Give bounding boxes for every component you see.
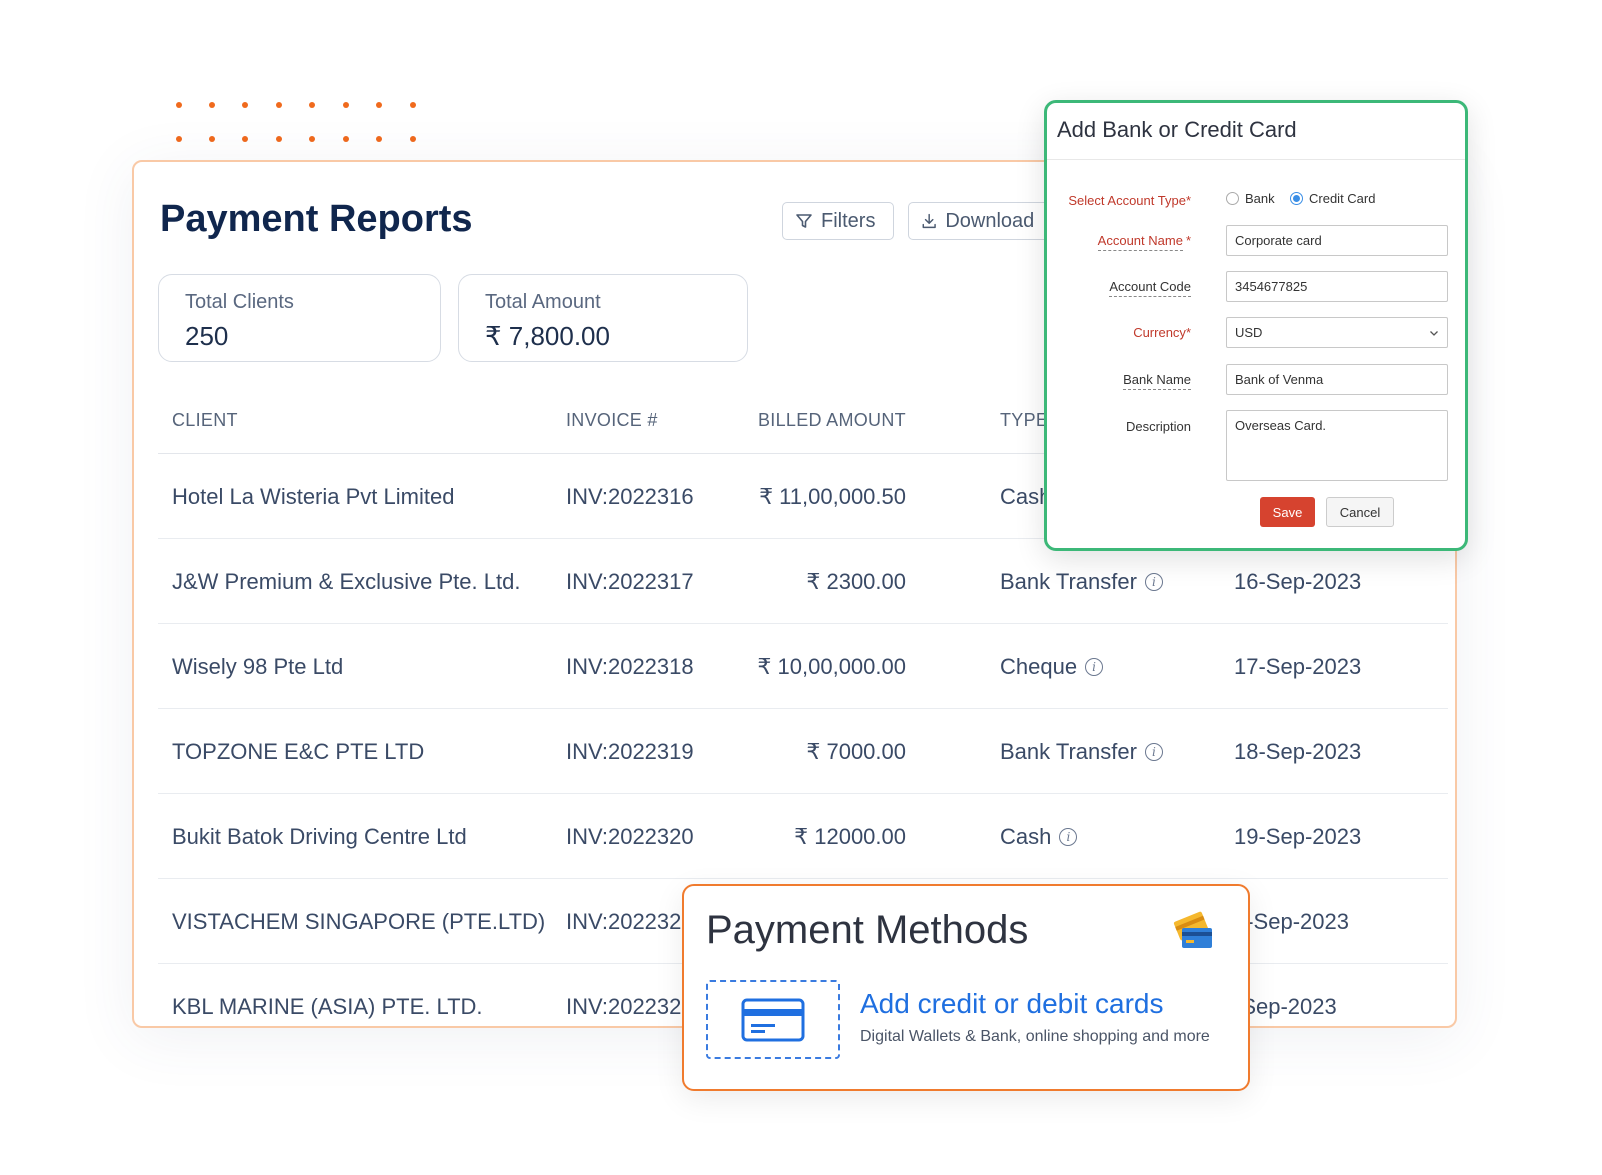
- filters-button[interactable]: Filters: [782, 202, 894, 240]
- credit-card-icon: [741, 998, 805, 1041]
- account-type-label: Select Account Type*: [1068, 193, 1191, 208]
- invoice-number: INV:202232: [566, 909, 682, 934]
- client-name: VISTACHEM SINGAPORE (PTE.LTD): [172, 909, 546, 934]
- required-mark: *: [1185, 193, 1191, 208]
- radio-bank-label: Bank: [1245, 191, 1275, 206]
- account-type-label-text: Select Account Type: [1068, 193, 1186, 208]
- payment-date: 16-Sep-2023: [1234, 569, 1362, 594]
- payment-methods-card: Payment Methods Add credit or debit card…: [682, 884, 1250, 1091]
- total-amount-label: Total Amount: [485, 291, 601, 313]
- cancel-button[interactable]: Cancel: [1326, 497, 1394, 527]
- account-name-input[interactable]: Corporate card: [1226, 225, 1448, 256]
- account-code-label: Account Code: [1109, 279, 1191, 297]
- chevron-down-icon: [1430, 331, 1438, 336]
- dialog-divider: [1047, 159, 1465, 160]
- invoice-number: INV:2022319: [566, 739, 694, 764]
- currency-label: Currency*: [1133, 325, 1191, 340]
- page-title: Payment Reports: [160, 198, 473, 240]
- payment-date: 17-Sep-2023: [1234, 654, 1362, 679]
- add-card-description: Digital Wallets & Bank, online shopping …: [860, 1028, 1210, 1045]
- table-row[interactable]: TOPZONE E&C PTE LTD INV:2022319 ₹ 7000.0…: [158, 709, 1448, 794]
- bank-name-input[interactable]: Bank of Venma: [1226, 364, 1448, 395]
- filter-icon: [796, 214, 812, 228]
- payment-type: Bank Transfer i: [1000, 739, 1163, 765]
- client-name: TOPZONE E&C PTE LTD: [172, 739, 425, 764]
- billed-amount: ₹ 12000.00: [794, 824, 906, 849]
- invoice-number: INV:202232: [566, 994, 682, 1019]
- payment-date: 18-Sep-2023: [1234, 739, 1362, 764]
- dialog-title: Add Bank or Credit Card: [1057, 117, 1297, 142]
- currency-value: USD: [1235, 325, 1263, 340]
- invoice-number: INV:2022318: [566, 654, 694, 679]
- radio-circle[interactable]: [1226, 192, 1239, 205]
- info-icon[interactable]: i: [1085, 658, 1104, 676]
- description-label: Description: [1125, 419, 1191, 434]
- billed-amount: ₹ 10,00,000.00: [757, 654, 906, 679]
- payment-type: Bank Transfer i: [1000, 569, 1163, 595]
- column-header-client[interactable]: CLIENT: [172, 410, 238, 431]
- radio-credit-card-label: Credit Card: [1309, 191, 1376, 206]
- billed-amount: ₹ 2300.00: [806, 569, 906, 594]
- total-clients-stat: Total Clients 250: [158, 274, 441, 362]
- info-icon[interactable]: i: [1144, 743, 1163, 761]
- payment-date: 19-Sep-2023: [1234, 824, 1362, 849]
- radio-bank[interactable]: Bank: [1226, 191, 1275, 206]
- payment-type-label: Cheque: [1000, 654, 1078, 679]
- info-icon[interactable]: i: [1144, 573, 1163, 591]
- table-row[interactable]: J&W Premium & Exclusive Pte. Ltd. INV:20…: [158, 539, 1448, 624]
- radio-credit-card[interactable]: Credit Card: [1290, 191, 1375, 206]
- payment-type: Cash i: [1000, 824, 1078, 850]
- billed-amount: ₹ 11,00,000.50: [759, 484, 906, 509]
- total-clients-label: Total Clients: [185, 291, 294, 313]
- description-textarea[interactable]: Overseas Card.: [1226, 410, 1448, 481]
- invoice-number: INV:2022320: [566, 824, 694, 849]
- bank-name-label-text: Bank Name: [1123, 372, 1191, 390]
- add-card-link[interactable]: Add credit or debit cards: [860, 988, 1164, 1020]
- client-name: J&W Premium & Exclusive Pte. Ltd.: [172, 569, 521, 594]
- radio-circle-selected[interactable]: [1290, 192, 1303, 205]
- payment-type-label: Bank Transfer: [1000, 569, 1137, 594]
- credit-cards-icon: [1173, 911, 1212, 948]
- payment-methods-title: Payment Methods: [706, 908, 1029, 952]
- client-name: KBL MARINE (ASIA) PTE. LTD.: [172, 994, 483, 1019]
- decorative-dots: [176, 102, 426, 147]
- total-clients-value: 250: [185, 321, 229, 351]
- invoice-number: INV:2022316: [566, 484, 694, 509]
- column-header-billed-amount[interactable]: BILLED AMOUNT: [758, 410, 906, 431]
- account-name-label: Account Name *: [1097, 233, 1191, 251]
- table-row[interactable]: Bukit Batok Driving Centre Ltd INV:20223…: [158, 794, 1448, 879]
- save-button[interactable]: Save: [1260, 497, 1315, 527]
- account-code-input[interactable]: 3454677825: [1226, 271, 1448, 302]
- required-mark: *: [1185, 233, 1191, 248]
- account-name-label-text: Account Name: [1097, 233, 1183, 251]
- invoice-number: INV:2022317: [566, 569, 694, 594]
- download-icon: [922, 213, 936, 229]
- download-label: Download: [945, 209, 1035, 232]
- column-header-type[interactable]: TYPE: [1000, 410, 1048, 431]
- payment-type: Cheque i: [1000, 654, 1104, 680]
- total-amount-stat: Total Amount ₹ 7,800.00: [458, 274, 748, 362]
- payment-type-label: Bank Transfer: [1000, 739, 1137, 764]
- total-amount-value: ₹ 7,800.00: [485, 321, 610, 351]
- currency-select[interactable]: USD: [1226, 317, 1448, 348]
- payment-date: 0-Sep-2023: [1234, 909, 1349, 934]
- filters-label: Filters: [821, 209, 876, 232]
- client-name: Bukit Batok Driving Centre Ltd: [172, 824, 467, 849]
- required-mark: *: [1185, 325, 1191, 340]
- client-name: Hotel La Wisteria Pvt Limited: [172, 484, 455, 509]
- payment-type-label: Cash: [1000, 824, 1052, 849]
- client-name: Wisely 98 Pte Ltd: [172, 654, 344, 679]
- column-header-invoice[interactable]: INVOICE #: [566, 410, 658, 431]
- billed-amount: ₹ 7000.00: [806, 739, 906, 764]
- info-icon[interactable]: i: [1059, 828, 1078, 846]
- stage: Payment Reports Filters Download Total C…: [0, 0, 1602, 1175]
- table-row[interactable]: Wisely 98 Pte Ltd INV:2022318 ₹ 10,00,00…: [158, 624, 1448, 709]
- add-card-button[interactable]: [706, 980, 840, 1059]
- add-bank-card-dialog: Add Bank or Credit Card Select Account T…: [1044, 100, 1468, 551]
- account-code-label-text: Account Code: [1109, 279, 1191, 297]
- currency-label-text: Currency: [1133, 325, 1186, 340]
- bank-name-label: Bank Name: [1123, 372, 1191, 390]
